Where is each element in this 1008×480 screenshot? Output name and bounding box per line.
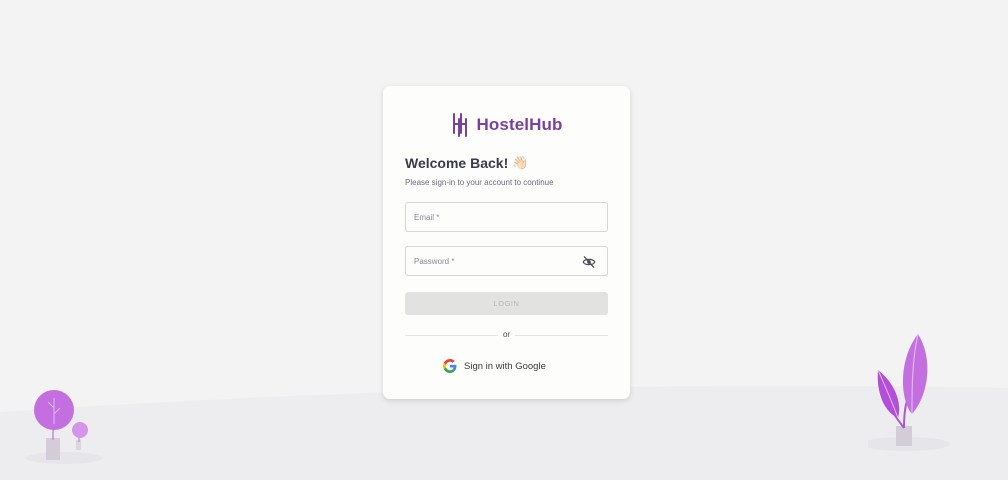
round-tree-illustration [26,390,102,464]
signin-subtitle: Please sign-in to your account to contin… [405,178,554,187]
divider-line-right [515,335,608,336]
hostelhub-logo-icon [452,113,467,137]
email-field[interactable]: Email * [405,202,608,232]
leaf-plant-illustration [868,333,950,451]
password-field[interactable]: Password * [405,246,608,276]
email-label: Email * [414,213,440,222]
google-signin-label: Sign in with Google [464,360,546,372]
google-icon [443,359,457,373]
google-signin-button[interactable]: Sign in with Google [443,356,571,376]
login-card: HostelHub Welcome Back! 👋🏻 Please sign-i… [383,86,630,399]
password-label: Password * [414,257,455,266]
eye-slash-icon[interactable] [582,255,596,269]
or-divider: or [405,330,608,340]
login-button[interactable]: LOGIN [405,292,608,315]
welcome-title: Welcome Back! [405,155,509,171]
brand-name: HostelHub [476,115,563,134]
welcome-heading: Welcome Back! 👋🏻 [405,155,528,171]
brand-logo: HostelHub [383,113,630,137]
login-page: HostelHub Welcome Back! 👋🏻 Please sign-i… [0,0,1008,480]
waving-hand-icon: 👋🏻 [512,155,529,171]
